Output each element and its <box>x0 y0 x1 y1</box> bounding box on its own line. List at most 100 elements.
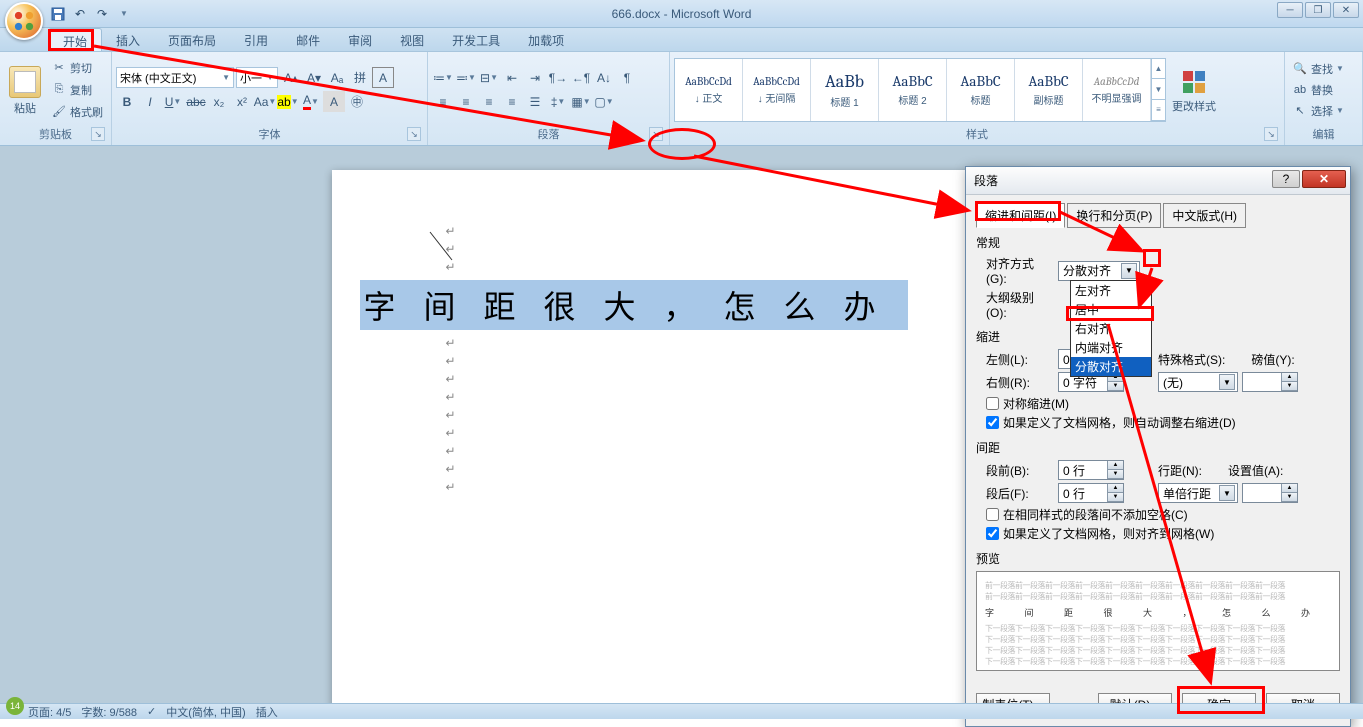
special-format-select[interactable]: (无)▼ <box>1158 372 1238 392</box>
highlight-button[interactable]: ab▼ <box>277 91 299 112</box>
show-marks-button[interactable]: ¶ <box>616 67 638 88</box>
line-spacing-button[interactable]: ‡▼ <box>547 91 569 112</box>
paragraph-dialog: 段落 ? ✕ 缩进和间距(I) 换行和分页(P) 中文版式(H) 常规 对齐方式… <box>965 166 1351 727</box>
styles-gallery[interactable]: AaBbCcDd↓ 正文 AaBbCcDd↓ 无间隔 AaBb标题 1 AaBb… <box>674 58 1166 122</box>
tab-layout[interactable]: 页面布局 <box>154 28 230 51</box>
dialog-help-button[interactable]: ? <box>1272 170 1300 188</box>
restore-button[interactable]: ❐ <box>1305 2 1331 18</box>
align-left-button[interactable]: ≡ <box>432 91 454 112</box>
style-title[interactable]: AaBbC标题 <box>947 59 1015 121</box>
strike-button[interactable]: abc <box>185 91 207 112</box>
distribute-button[interactable]: ☰ <box>524 91 546 112</box>
increase-indent-button[interactable]: ⇥ <box>524 67 546 88</box>
office-button[interactable] <box>5 2 43 40</box>
char-border-button[interactable]: A <box>372 67 394 88</box>
enclose-char-button[interactable]: ㊥ <box>346 91 368 112</box>
align-opt-distribute[interactable]: 分散对齐 <box>1071 357 1151 376</box>
style-scroll[interactable]: ▲▼≡ <box>1151 59 1165 121</box>
clipboard-launcher[interactable]: ↘ <box>91 127 105 141</box>
numbering-button[interactable]: ≕▼ <box>455 67 477 88</box>
align-center-button[interactable]: ≡ <box>455 91 477 112</box>
align-opt-right[interactable]: 右对齐 <box>1071 319 1151 338</box>
sort-button[interactable]: A↓ <box>593 67 615 88</box>
set-value-input[interactable]: ▲▼ <box>1242 483 1298 503</box>
font-launcher[interactable]: ↘ <box>407 127 421 141</box>
format-painter-button[interactable]: 🖌格式刷 <box>48 102 106 122</box>
underline-button[interactable]: U▼ <box>162 91 184 112</box>
font-color-button[interactable]: A▼ <box>300 91 322 112</box>
tab-view[interactable]: 视图 <box>386 28 438 51</box>
section-preview: 预览 <box>976 550 1340 567</box>
clear-format-button[interactable]: Aₐ <box>326 67 348 88</box>
bold-button[interactable]: B <box>116 91 138 112</box>
rtl-button[interactable]: ←¶ <box>570 67 592 88</box>
snap-grid-check[interactable]: 如果定义了文档网格，则对齐到网格(W) <box>986 525 1340 542</box>
font-size-select[interactable]: 小一▼ <box>236 67 278 88</box>
qat-save-icon[interactable] <box>48 4 68 24</box>
copy-button[interactable]: ⎘复制 <box>48 80 106 100</box>
qat-undo-icon[interactable]: ↶ <box>70 4 90 24</box>
tab-references[interactable]: 引用 <box>230 28 282 51</box>
style-normal[interactable]: AaBbCcDd↓ 正文 <box>675 59 743 121</box>
change-case-button[interactable]: Aa▼ <box>254 91 276 112</box>
qat-redo-icon[interactable]: ↷ <box>92 4 112 24</box>
no-space-check[interactable]: 在相同样式的段落间不添加空格(C) <box>986 506 1340 523</box>
dlg-tab-page[interactable]: 换行和分页(P) <box>1067 203 1161 228</box>
style-h2[interactable]: AaBbC标题 2 <box>879 59 947 121</box>
select-button[interactable]: ↖选择▼ <box>1289 101 1347 121</box>
dlg-tab-indent[interactable]: 缩进和间距(I) <box>976 203 1065 228</box>
tab-developer[interactable]: 开发工具 <box>438 28 514 51</box>
find-button[interactable]: 🔍查找▼ <box>1289 59 1347 79</box>
grow-font-button[interactable]: A▴ <box>280 67 302 88</box>
tab-insert[interactable]: 插入 <box>102 28 154 51</box>
style-h1[interactable]: AaBb标题 1 <box>811 59 879 121</box>
dialog-titlebar[interactable]: 段落 ? ✕ <box>966 167 1350 195</box>
justify-button[interactable]: ≡ <box>501 91 523 112</box>
space-after-input[interactable]: 0 行▲▼ <box>1058 483 1124 503</box>
auto-indent-check[interactable]: 如果定义了文档网格，则自动调整右缩进(D) <box>986 414 1340 431</box>
dialog-close-button[interactable]: ✕ <box>1302 170 1346 188</box>
sym-indent-check[interactable]: 对称缩进(M) <box>986 395 1340 412</box>
italic-button[interactable]: I <box>139 91 161 112</box>
style-subtle-emph[interactable]: AaBbCcDd不明显强调 <box>1083 59 1151 121</box>
borders-button[interactable]: ▢▼ <box>593 91 615 112</box>
replace-button[interactable]: ab替换 <box>1289 80 1347 100</box>
align-right-button[interactable]: ≡ <box>478 91 500 112</box>
shrink-font-button[interactable]: A▾ <box>303 67 325 88</box>
paragraph-launcher[interactable]: ↘ <box>649 127 663 141</box>
space-before-input[interactable]: 0 行▲▼ <box>1058 460 1124 480</box>
superscript-button[interactable]: x² <box>231 91 253 112</box>
align-opt-justify[interactable]: 内端对齐 <box>1071 338 1151 357</box>
phonetic-button[interactable]: 拼 <box>349 67 371 88</box>
style-nospacing[interactable]: AaBbCcDd↓ 无间隔 <box>743 59 811 121</box>
tab-home[interactable]: 开始 <box>48 28 102 51</box>
align-opt-left[interactable]: 左对齐 <box>1071 281 1151 300</box>
qat-more-icon[interactable]: ▼ <box>114 4 134 24</box>
decrease-indent-button[interactable]: ⇤ <box>501 67 523 88</box>
subscript-button[interactable]: x₂ <box>208 91 230 112</box>
cut-button[interactable]: ✂剪切 <box>48 58 106 78</box>
ltr-button[interactable]: ¶→ <box>547 67 569 88</box>
copy-icon: ⎘ <box>51 82 67 98</box>
styles-launcher[interactable]: ↘ <box>1264 127 1278 141</box>
style-subtitle[interactable]: AaBbC副标题 <box>1015 59 1083 121</box>
page[interactable]: ↵ ↵ ↵ 字间距很大，怎么办 ↵ ↵ ↵ ↵ ↵ ↵ ↵ ↵ ↵ <box>332 170 1032 703</box>
dlg-tab-cn[interactable]: 中文版式(H) <box>1163 203 1246 228</box>
paste-button[interactable]: 粘贴 <box>4 64 46 116</box>
shading-button[interactable]: ▦▼ <box>570 91 592 112</box>
tab-review[interactable]: 审阅 <box>334 28 386 51</box>
bullets-button[interactable]: ≔▼ <box>432 67 454 88</box>
change-styles-button[interactable]: 更改样式 <box>1172 66 1216 114</box>
close-button[interactable]: ✕ <box>1333 2 1359 18</box>
multilevel-button[interactable]: ⊟▼ <box>478 67 500 88</box>
font-name-select[interactable]: 宋体 (中文正文)▼ <box>116 67 234 88</box>
special-value-input[interactable]: ▲▼ <box>1242 372 1298 392</box>
selected-text[interactable]: 字间距很大，怎么办 <box>360 280 908 330</box>
tab-mailings[interactable]: 邮件 <box>282 28 334 51</box>
align-opt-center[interactable]: 居中 <box>1071 300 1151 319</box>
alignment-select[interactable]: 分散对齐▼ <box>1058 261 1140 281</box>
char-shading-button[interactable]: A <box>323 91 345 112</box>
line-spacing-select[interactable]: 单倍行距▼ <box>1158 483 1238 503</box>
minimize-button[interactable]: ─ <box>1277 2 1303 18</box>
tab-addins[interactable]: 加载项 <box>514 28 578 51</box>
